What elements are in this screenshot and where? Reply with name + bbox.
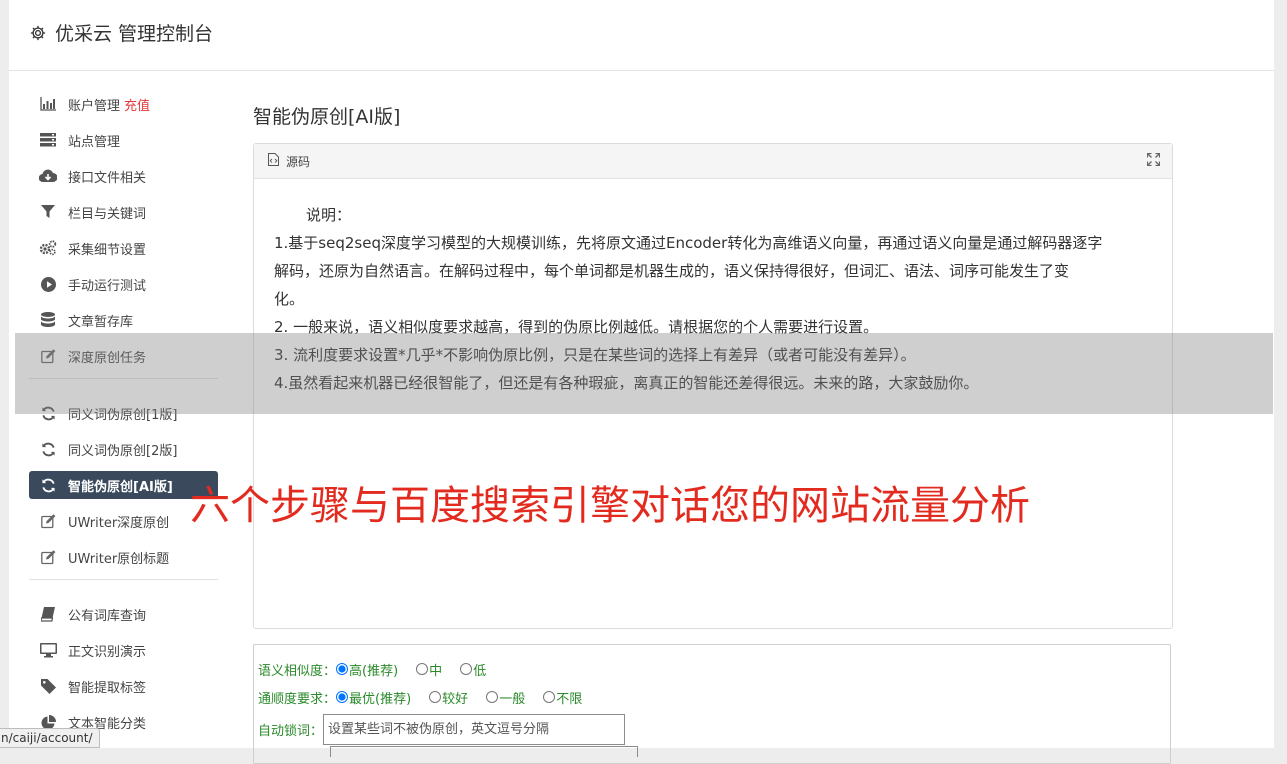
book-icon (39, 605, 57, 623)
fluency-radio-best[interactable] (336, 691, 349, 703)
gear-icon (30, 25, 46, 40)
description-line: 1.基于seq2seq深度学习模型的大规模训练，先将原文通过Encoder转化为… (274, 234, 1103, 252)
fluency-option-any[interactable]: 不限 (543, 688, 582, 707)
similarity-radio-low[interactable] (460, 663, 473, 675)
description-line: 化。 (274, 290, 305, 308)
sidebar-item-columns-keywords[interactable]: 栏目与关键词 (29, 198, 218, 226)
panel-header: 源码 (254, 144, 1172, 179)
sidebar: 账户管理 充值 站点管理 接口文件相关 栏目与关键词 采集细节设置 手动运行测试… (29, 90, 218, 744)
sidebar-item-smart-tags[interactable]: 智能提取标签 (29, 672, 218, 700)
tag-icon (39, 677, 57, 695)
sidebar-item-public-lexicon[interactable]: 公有词库查询 (29, 600, 218, 628)
fluency-radio-good[interactable] (429, 691, 442, 703)
app-title: 优采云 管理控制台 (55, 23, 214, 45)
sidebar-item-account[interactable]: 账户管理 充值 (29, 90, 218, 118)
status-url: n/caiji/account/ (0, 728, 100, 748)
sidebar-item-label: 接口文件相关 (68, 170, 147, 186)
sidebar-item-label: 公有词库查询 (68, 608, 147, 624)
sidebar-item-label: 手动运行测试 (68, 278, 147, 294)
sidebar-item-label: 栏目与关键词 (68, 206, 147, 222)
bar-chart-icon (39, 95, 57, 113)
similarity-option-mid[interactable]: 中 (416, 660, 442, 679)
sidebar-item-label: 站点管理 (68, 134, 121, 150)
fluency-option-normal[interactable]: 一般 (486, 688, 525, 707)
description-title: 说明： (306, 206, 352, 224)
monitor-icon (39, 641, 57, 659)
cloud-download-icon (39, 167, 57, 185)
scrollbar-track[interactable] (1274, 0, 1287, 748)
sidebar-item-collect-settings[interactable]: 采集细节设置 (29, 234, 218, 262)
sidebar-item-label: 智能提取标签 (68, 680, 147, 696)
fluency-option-best[interactable]: 最优(推荐) (336, 688, 411, 707)
sidebar-item-interface-files[interactable]: 接口文件相关 (29, 162, 218, 190)
fluency-radio-any[interactable] (543, 691, 556, 703)
sidebar-item-label: 同义词伪原创[2版] (68, 443, 178, 459)
sidebar-item-label: UWriter深度原创 (68, 515, 170, 531)
fluency-row: 通顺度要求： 最优(推荐) 较好 一般 不限 (258, 683, 1166, 711)
lock-label: 自动锁词： (258, 723, 324, 739)
similarity-radio-high[interactable] (336, 663, 349, 675)
database-icon (39, 311, 57, 329)
sidebar-item-article-storage[interactable]: 文章暂存库 (29, 306, 218, 334)
overlay-headline: 六个步骤与百度搜索引擎对话您的网站流量分析 (190, 483, 1030, 529)
similarity-radio-mid[interactable] (416, 663, 429, 675)
sidebar-item-synonym-v2[interactable]: 同义词伪原创[2版] (29, 435, 218, 463)
overlay-band (15, 333, 1273, 414)
lock-words-input[interactable] (323, 713, 626, 745)
sidebar-item-uwriter-title[interactable]: UWriter原创标题 (29, 543, 218, 571)
fluency-option-good[interactable]: 较好 (429, 688, 468, 707)
play-circle-icon (39, 275, 57, 293)
edit-icon (39, 548, 57, 566)
sidebar-item-sites[interactable]: 站点管理 (29, 126, 218, 154)
sidebar-item-label: 采集细节设置 (68, 242, 147, 258)
refresh-icon (39, 476, 57, 494)
sidebar-item-label: UWriter原创标题 (68, 551, 170, 567)
recharge-link[interactable]: 充值 (124, 95, 150, 114)
sidebar-item-label: 账户管理 (68, 98, 121, 114)
sidebar-item-label: 文章暂存库 (68, 314, 134, 330)
source-toggle[interactable]: 源码 (286, 153, 310, 170)
gears-icon (39, 239, 57, 257)
main-content: 智能伪原创[AI版] 源码 说明： 1.基于seq2seq深度学习模型的大规模训… (253, 90, 1173, 764)
sidebar-item-label: 正文识别演示 (68, 644, 147, 660)
server-icon (39, 131, 57, 149)
refresh-icon (39, 440, 57, 458)
similarity-label: 语义相似度： (258, 663, 337, 679)
brand[interactable]: 优采云 管理控制台 (29, 19, 213, 46)
similarity-option-high[interactable]: 高(推荐) (336, 660, 398, 679)
description-line: 解码，还原为自然语言。在解码过程中，每个单词都是机器生成的，语义保持得很好，但词… (274, 262, 1070, 280)
edit-icon (39, 512, 57, 530)
sidebar-divider (29, 579, 218, 580)
sidebar-item-text-recognition[interactable]: 正文识别演示 (29, 636, 218, 664)
similarity-option-low[interactable]: 低 (460, 660, 486, 679)
page-title: 智能伪原创[AI版] (253, 106, 401, 128)
fluency-label: 通顺度要求： (258, 691, 337, 707)
filter-icon (39, 203, 57, 221)
file-code-icon (268, 153, 279, 169)
fluency-radio-normal[interactable] (486, 691, 499, 703)
top-bar: 优采云 管理控制台 (9, 0, 1275, 71)
sidebar-item-manual-run[interactable]: 手动运行测试 (29, 270, 218, 298)
options-form: 语义相似度： 高(推荐) 中 低 通顺度要求： 最优(推荐) 较好 一般 不限 … (253, 644, 1171, 764)
lock-row: 自动锁词： (258, 713, 1166, 745)
sidebar-item-label: 智能伪原创[AI版] (68, 479, 173, 495)
similarity-row: 语义相似度： 高(推荐) 中 低 (258, 655, 1166, 683)
fullscreen-icon[interactable] (1146, 152, 1161, 169)
